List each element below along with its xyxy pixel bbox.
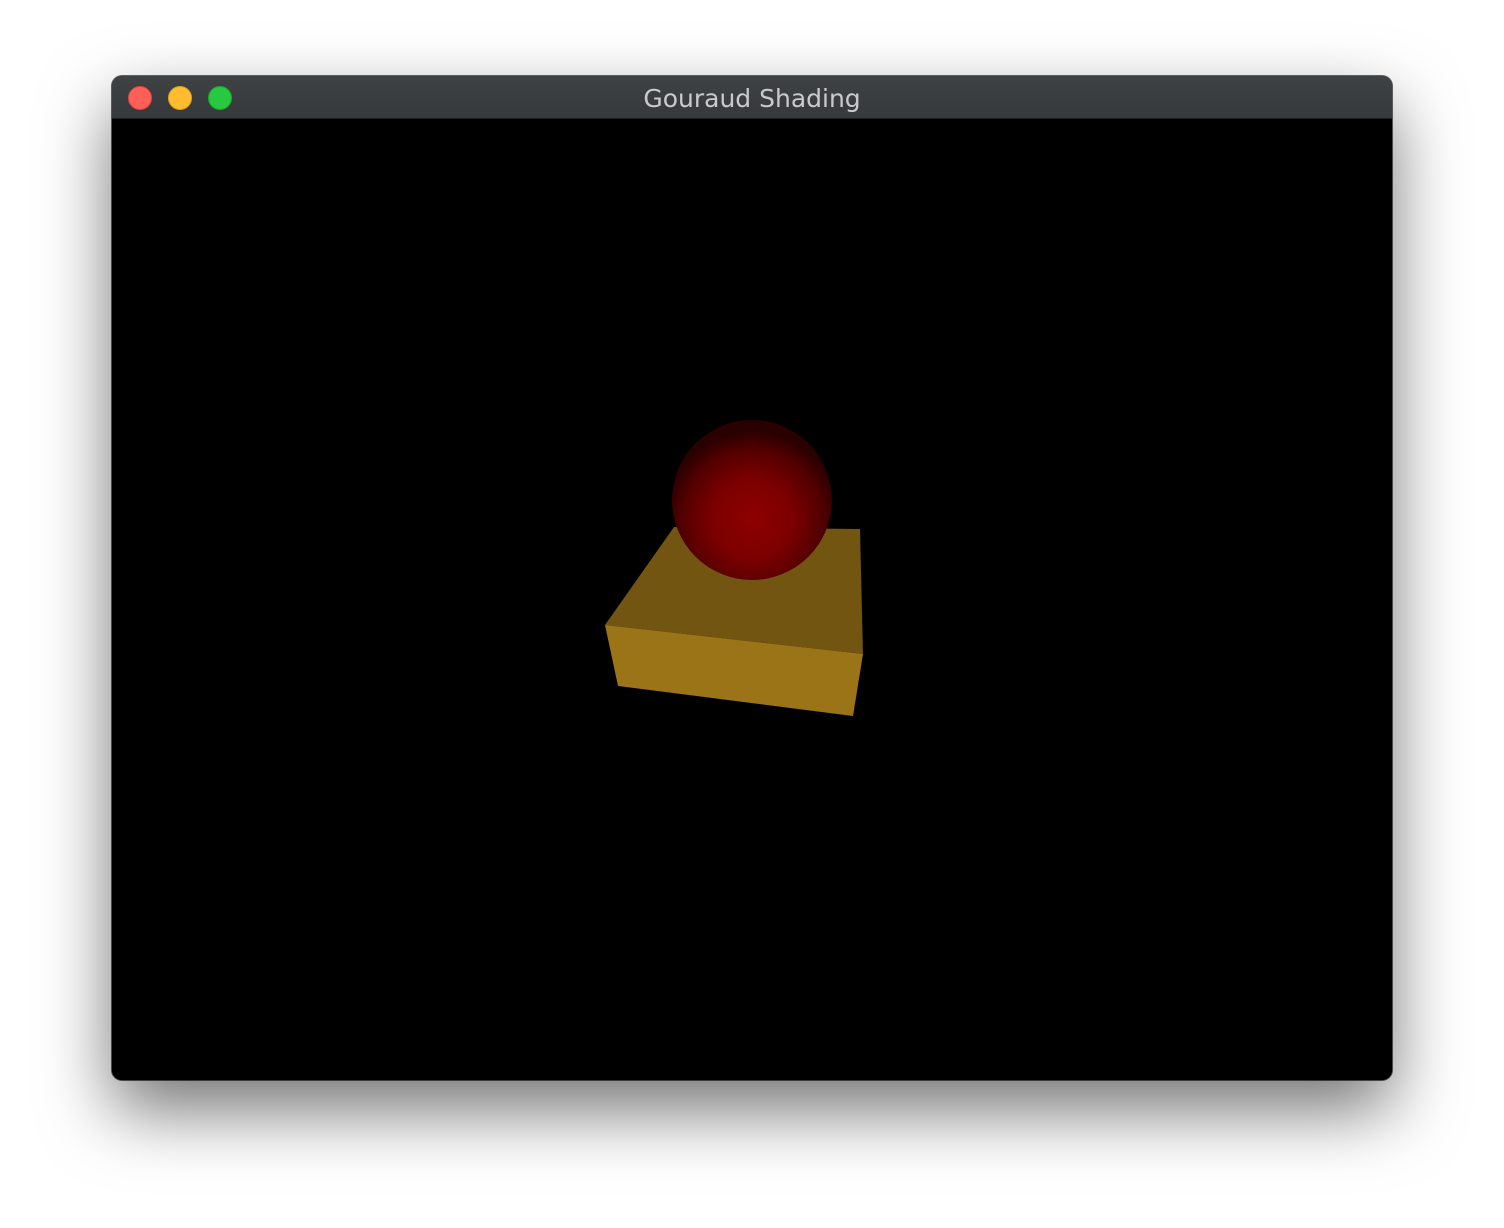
- window-title: Gouraud Shading: [643, 84, 861, 113]
- scene-canvas: [605, 420, 863, 716]
- app-window: Gouraud Shading: [112, 76, 1392, 1080]
- red-sphere: [672, 420, 832, 580]
- title-bar[interactable]: Gouraud Shading: [112, 76, 1392, 119]
- render-viewport[interactable]: [112, 119, 1392, 1080]
